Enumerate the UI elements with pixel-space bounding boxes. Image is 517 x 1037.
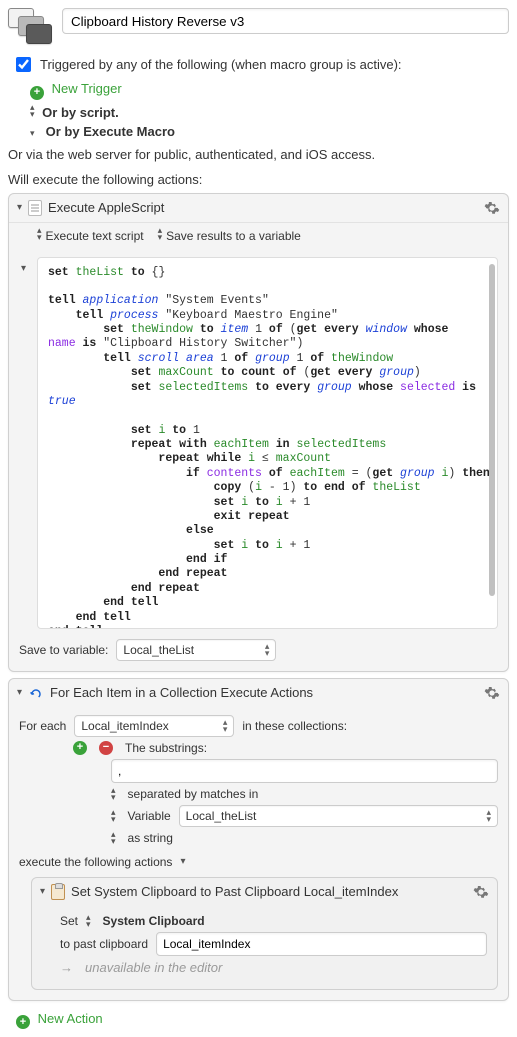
chevron-down-icon[interactable]: ▾ [21, 263, 26, 274]
substrings-label: The substrings: [125, 741, 207, 755]
results-mode-selector[interactable]: ▴▾Save results to a variable [158, 227, 301, 243]
scrollbar[interactable] [489, 264, 495, 622]
arrow-right-icon: → [60, 960, 73, 975]
action-for-each: ▾ For Each Item in a Collection Execute … [8, 678, 509, 1001]
will-execute-label: Will execute the following actions: [8, 172, 509, 187]
updown-icon: ▴▾ [86, 914, 91, 928]
updown-icon: ▴▾ [486, 809, 491, 823]
trigger-execute-macro[interactable]: ▾ Or by Execute Macro [30, 124, 509, 139]
updown-icon: ▴▾ [111, 831, 116, 845]
as-string-selector[interactable]: as string [128, 831, 173, 845]
updown-icon: ▴▾ [265, 643, 270, 657]
clipboard-type-selector[interactable]: System Clipboard [103, 914, 205, 928]
script-page-icon [28, 200, 42, 216]
save-variable-select[interactable]: Local_theList ▴▾ [116, 639, 276, 661]
chevron-down-icon[interactable]: ▾ [40, 886, 45, 897]
trigger-script[interactable]: ▴▾ Or by script. [30, 104, 509, 120]
trigger-web: Or via the web server for public, authen… [8, 147, 509, 162]
macro-icon [8, 8, 54, 48]
loop-icon [28, 685, 44, 701]
in-collections-label: in these collections: [242, 719, 347, 733]
plus-icon: + [16, 1015, 30, 1029]
chevron-down-icon[interactable]: ▾ [17, 687, 22, 698]
unavailable-note: unavailable in the editor [85, 960, 222, 975]
execute-actions-label: execute the following actions [19, 855, 172, 869]
action-set-clipboard: ▾ Set System Clipboard to Past Clipboard… [31, 877, 498, 990]
code-editor[interactable]: set theList to {} tell application "Syst… [37, 257, 498, 629]
action-title: Set System Clipboard to Past Clipboard L… [71, 884, 467, 899]
gear-icon[interactable] [484, 200, 500, 216]
updown-icon: ▴▾ [223, 719, 228, 733]
plus-icon: + [30, 86, 44, 100]
source-variable-select[interactable]: Local_theList ▴▾ [179, 805, 498, 827]
source-type-selector[interactable]: Variable [128, 809, 171, 823]
clipboard-icon [51, 884, 65, 900]
gear-icon[interactable] [484, 685, 500, 701]
minus-icon[interactable]: − [99, 741, 113, 755]
action-execute-applescript: ▾ Execute AppleScript ▴▾Execute text scr… [8, 193, 509, 672]
delimiter-field[interactable] [111, 759, 498, 783]
foreach-label: For each [19, 719, 66, 733]
updown-icon: ▴▾ [111, 787, 116, 801]
foreach-variable-select[interactable]: Local_itemIndex ▴▾ [74, 715, 234, 737]
set-label: Set [60, 914, 78, 928]
to-past-label: to past clipboard [60, 937, 148, 951]
updown-icon: ▴▾ [111, 809, 116, 823]
chevron-down-icon: ▾ [30, 128, 38, 139]
chevron-down-icon[interactable]: ▾ [17, 202, 22, 213]
plus-icon[interactable]: + [73, 741, 87, 755]
updown-icon: ▴▾ [37, 227, 42, 241]
past-clipboard-field[interactable] [156, 932, 487, 956]
action-title: Execute AppleScript [48, 200, 478, 215]
triggered-checkbox[interactable] [16, 57, 31, 72]
macro-title-input[interactable] [62, 8, 509, 34]
chevron-down-icon[interactable]: ▾ [180, 856, 185, 867]
triggered-label: Triggered by any of the following (when … [40, 57, 402, 72]
action-title: For Each Item in a Collection Execute Ac… [50, 685, 478, 700]
separated-by-selector[interactable]: separated by matches in [128, 787, 259, 801]
script-mode-selector[interactable]: ▴▾Execute text script [37, 227, 144, 243]
save-to-variable-label: Save to variable: [19, 643, 108, 657]
new-trigger-button[interactable]: + New Trigger [30, 81, 509, 100]
updown-icon: ▴▾ [158, 227, 163, 241]
updown-icon: ▴▾ [30, 104, 35, 118]
gear-icon[interactable] [473, 884, 489, 900]
